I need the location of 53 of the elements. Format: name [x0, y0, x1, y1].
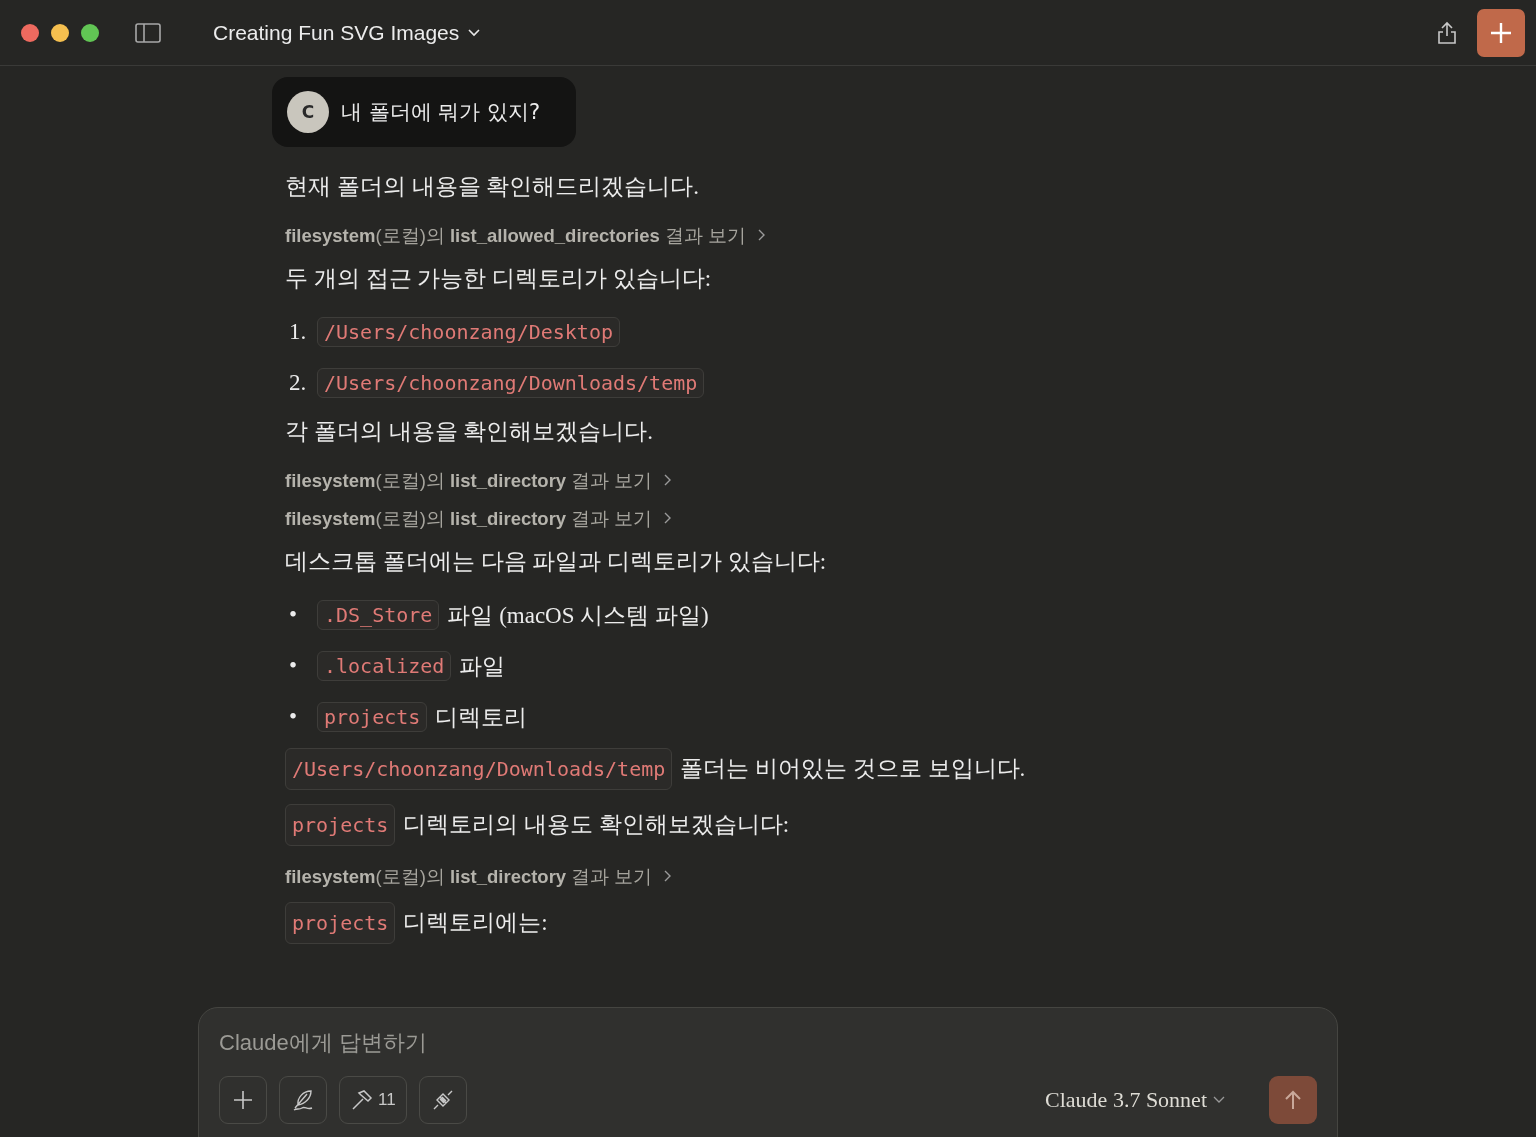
- response-text: 파일: [459, 652, 506, 681]
- conversation-title[interactable]: Creating Fun SVG Images: [213, 20, 482, 45]
- sidebar-toggle-icon[interactable]: [135, 22, 161, 43]
- list-marker: •: [289, 704, 299, 730]
- chevron-icon: [467, 27, 482, 38]
- maximize-dot[interactable]: [81, 23, 99, 42]
- list-marker: 2.: [289, 370, 308, 396]
- inline-code: projects: [285, 902, 396, 944]
- style-button[interactable]: [279, 1076, 327, 1124]
- response-text: 폴더는 비어있는 것으로 보입니다.: [680, 755, 1026, 783]
- response-text: 각 폴더의 내용을 확인해보겠습니다.: [285, 418, 653, 446]
- tool-result-link[interactable]: filesystem(로컬)의 list_directory 결과 보기: [285, 467, 653, 493]
- share-icon[interactable]: [1437, 20, 1457, 45]
- tool-result-link[interactable]: filesystem(로컬)의 list_directory 결과 보기: [285, 505, 653, 531]
- attach-button[interactable]: [219, 1076, 267, 1124]
- response-text: 두 개의 접근 가능한 디렉토리가 있습니다:: [285, 265, 712, 293]
- inline-code: projects: [317, 702, 428, 732]
- list-marker: •: [289, 602, 299, 628]
- inline-code: /Users/choonzang/Downloads/temp: [285, 748, 673, 790]
- close-dot[interactable]: [21, 23, 39, 42]
- response-text: 디렉토리: [435, 703, 528, 732]
- user-avatar: C: [287, 91, 329, 133]
- minimize-dot[interactable]: [51, 23, 69, 42]
- inline-code: .DS_Store: [317, 600, 440, 630]
- message-input[interactable]: Claude에게 답변하기: [219, 1026, 1317, 1060]
- inline-code: projects: [285, 804, 396, 846]
- integrations-button[interactable]: [418, 1076, 467, 1124]
- response-text: 파일 (macOS 시스템 파일): [447, 601, 709, 630]
- new-chat-button[interactable]: [1477, 8, 1525, 57]
- response-text: 현재 폴더의 내용을 확인해드리겠습니다.: [285, 173, 699, 201]
- tool-result-link[interactable]: filesystem(로컬)의 list_directory 결과 보기: [285, 863, 653, 889]
- list-marker: 1.: [289, 319, 308, 345]
- chevron-right-icon[interactable]: [664, 511, 673, 525]
- tool-result-link[interactable]: filesystem(로컬)의 list_allowed_directories 결과 보기: [285, 222, 746, 248]
- model-selector[interactable]: Claude 3.7 Sonnet: [1039, 1086, 1231, 1114]
- plus-icon: [233, 1090, 253, 1110]
- list-marker: •: [289, 653, 299, 679]
- hammer-icon: [350, 1088, 374, 1112]
- inline-code: /Users/choonzang/Desktop: [317, 317, 620, 347]
- response-text: 디렉토리의 내용도 확인해보겠습니다:: [403, 811, 790, 839]
- chevron-right-icon[interactable]: [664, 473, 673, 487]
- chevron-icon: [1213, 1096, 1225, 1104]
- tools-button[interactable]: 11: [339, 1076, 407, 1124]
- arrow-up-icon: [1284, 1090, 1302, 1110]
- chevron-right-icon[interactable]: [664, 869, 673, 883]
- plus-icon: [1490, 21, 1512, 44]
- feather-icon: [291, 1088, 315, 1112]
- response-text: 디렉토리에는:: [403, 909, 548, 937]
- response-text: 데스크톱 폴더에는 다음 파일과 디렉토리가 있습니다:: [285, 548, 827, 576]
- chevron-right-icon[interactable]: [758, 228, 766, 242]
- user-message-text: 내 폴더에 뭐가 있지?: [341, 99, 541, 126]
- inline-code: /Users/choonzang/Downloads/temp: [317, 368, 705, 398]
- inline-code: .localized: [317, 651, 452, 681]
